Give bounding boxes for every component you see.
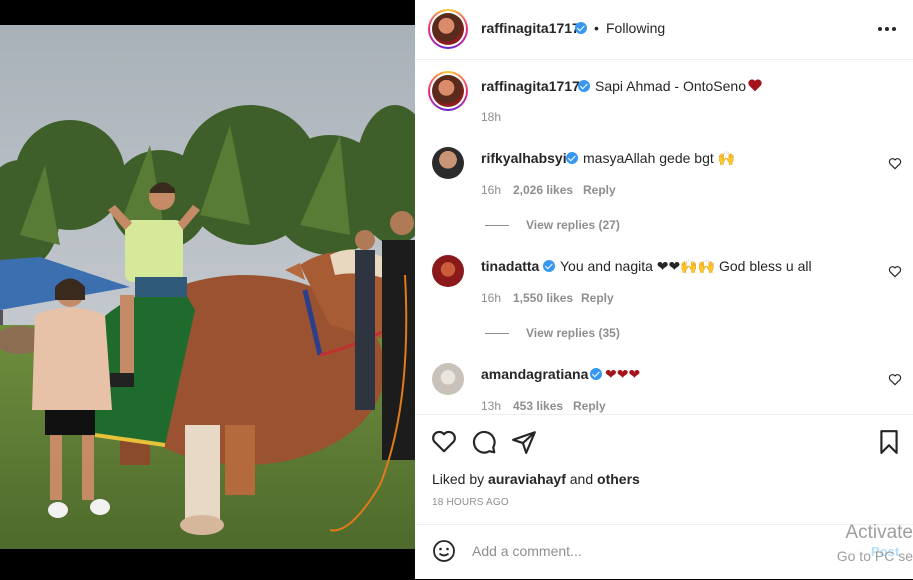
- reply-button[interactable]: Reply: [581, 291, 614, 305]
- view-replies-line: [485, 333, 509, 334]
- commenter-avatar[interactable]: [432, 255, 464, 287]
- verified-badge-icon: [578, 80, 590, 92]
- post-photo-pane: [0, 0, 415, 579]
- caption-time: 18h: [481, 110, 502, 124]
- comment-text: You and nagita ❤❤🙌🙌 God bless u all: [560, 258, 812, 274]
- red-heart-emoji-icon: [748, 79, 762, 92]
- liked-by-others[interactable]: others: [597, 471, 640, 487]
- reply-button[interactable]: Reply: [583, 183, 616, 197]
- commenter-username[interactable]: rifkyalhabsyi: [481, 150, 567, 166]
- caption-author-username[interactable]: raffinagita1717: [481, 78, 580, 94]
- comment-bubble-icon[interactable]: [471, 429, 497, 455]
- comments-list[interactable]: raffinagita1717 Sapi Ahmad - OntoSeno 18…: [415, 60, 913, 414]
- comment-like-heart-icon[interactable]: [888, 265, 902, 279]
- liked-by-user[interactable]: auraviahayf: [488, 471, 566, 487]
- comment-time: 13h: [481, 399, 502, 413]
- caption-text: Sapi Ahmad - OntoSeno: [595, 78, 746, 94]
- comment-time: 16h: [481, 183, 502, 197]
- following-button[interactable]: Following: [606, 20, 665, 36]
- emoji-icon[interactable]: [432, 539, 456, 563]
- verified-badge-icon: [566, 152, 578, 164]
- bookmark-icon[interactable]: [876, 429, 902, 455]
- comment-text: masyaAllah gede bgt 🙌: [583, 150, 736, 166]
- author-avatar[interactable]: [428, 9, 468, 49]
- post-photo[interactable]: [0, 25, 415, 549]
- separator-dot: •: [594, 20, 599, 36]
- comment-text: ❤❤❤: [605, 366, 641, 382]
- view-replies-line: [485, 225, 509, 226]
- comment-input[interactable]: Add a comment...: [472, 543, 582, 559]
- view-replies-button[interactable]: View replies (27): [526, 218, 620, 232]
- commenter-avatar[interactable]: [432, 363, 464, 395]
- more-horizontal-icon[interactable]: [878, 27, 896, 31]
- commenter-username[interactable]: amandagratiana: [481, 366, 588, 382]
- comment-likes[interactable]: 1,550 likes: [513, 291, 573, 305]
- activate-watermark-line1: Activate: [845, 522, 913, 543]
- post-timestamp[interactable]: 18 HOURS AGO: [432, 497, 509, 508]
- view-replies-button[interactable]: View replies (35): [526, 326, 620, 340]
- comment-likes[interactable]: 2,026 likes: [513, 183, 573, 197]
- reply-button[interactable]: Reply: [573, 399, 606, 413]
- commenter-username[interactable]: tinadatta: [481, 258, 539, 274]
- post-actions: Liked by auraviahayf and others 18 HOURS…: [415, 414, 913, 525]
- verified-badge-icon: [590, 368, 602, 380]
- activate-watermark-line2: Go to PC se: [836, 548, 913, 564]
- liked-by-prefix: Liked by: [432, 471, 485, 487]
- author-username[interactable]: raffinagita1717: [481, 20, 580, 36]
- paper-plane-icon[interactable]: [511, 429, 537, 455]
- comment-time: 16h: [481, 291, 502, 305]
- comment-like-heart-icon[interactable]: [888, 373, 902, 387]
- comment-like-heart-icon[interactable]: [888, 157, 902, 171]
- heart-icon[interactable]: [431, 429, 457, 455]
- caption-author-avatar[interactable]: [428, 71, 468, 111]
- verified-badge-icon: [575, 22, 587, 34]
- liked-by: Liked by auraviahayf and others: [432, 471, 640, 487]
- liked-by-and: and: [569, 471, 594, 487]
- commenter-avatar[interactable]: [432, 147, 464, 179]
- comment-likes[interactable]: 453 likes: [513, 399, 563, 413]
- post-sidebar: raffinagita1717 • Following raffinagita1…: [415, 0, 913, 579]
- post-header: raffinagita1717 • Following: [415, 0, 913, 60]
- verified-badge-icon: [543, 260, 555, 272]
